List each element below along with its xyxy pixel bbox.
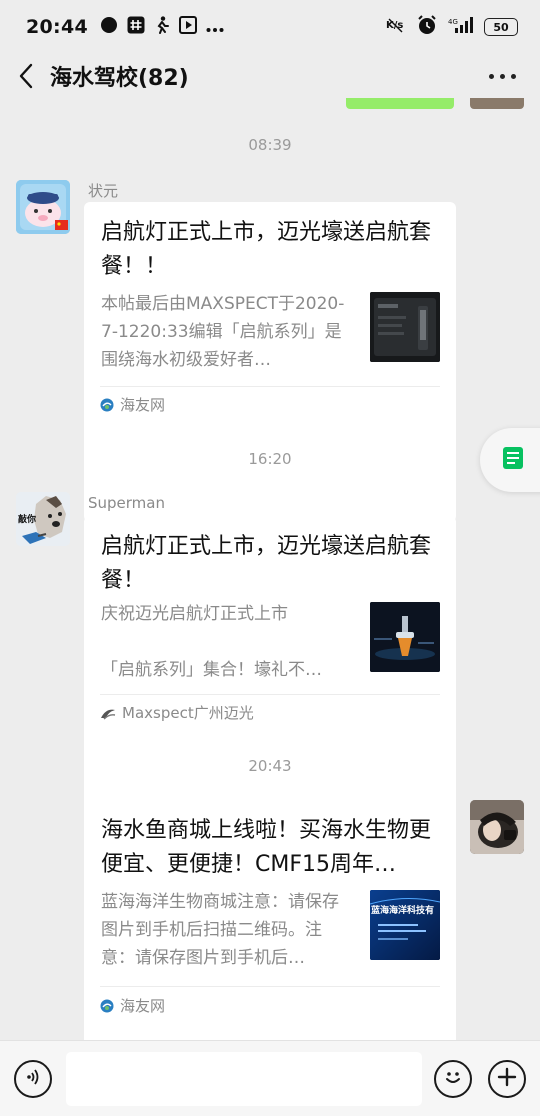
globe-source-icon — [100, 999, 114, 1013]
timestamp: 08:39 — [248, 136, 292, 154]
card-title: 启航灯正式上市，迈光壕送启航套餐！ — [101, 534, 432, 593]
card-divider — [100, 694, 440, 695]
status-time: 20:44 — [26, 16, 88, 38]
voice-icon — [23, 1067, 43, 1091]
floating-note-button[interactable] — [480, 428, 540, 492]
card-title: 海水鱼商城上线啦！买海水生物更便宜、更便捷！CMF15周年… — [101, 818, 432, 877]
svg-text:4G: 4G — [448, 18, 458, 26]
card-thumbnail: 蓝海海洋科技有 — [370, 890, 440, 960]
status-right-icons: K/s 4G 50 — [386, 14, 518, 40]
card-description: 蓝海海洋生物商城注意：请保存图片到手机后扫描二维码。注意：请保存图片到手机后… — [101, 892, 339, 968]
card-description-line: 庆祝迈光启航灯正式上市 — [101, 604, 288, 624]
card-thumbnail — [370, 602, 440, 672]
card-source-name: Maxspect广州迈光 — [122, 704, 254, 722]
running-icon — [154, 16, 170, 38]
chat-area[interactable]: 08:39 状元 启航灯正式上市，迈光壕送启航套餐！！ 本帖最后由MAXSPEC… — [0, 98, 540, 1040]
more-options-button[interactable] — [485, 68, 520, 85]
card-source: 海友网 — [100, 995, 165, 1016]
battery-icon: 50 — [484, 18, 518, 36]
link-card[interactable]: 启航灯正式上市，迈光壕送启航套餐！ 庆祝迈光启航灯正式上市 「启航系列」集合！壕… — [84, 516, 456, 830]
card-divider — [100, 386, 440, 387]
signal-icon: 4G — [448, 16, 474, 38]
input-bar — [0, 1040, 540, 1116]
link-card[interactable]: 海水鱼商城上线啦！买海水生物更便宜、更便捷！CMF15周年… 蓝海海洋生物商城注… — [84, 800, 456, 1040]
notification-dot-icon — [100, 16, 118, 38]
plus-button[interactable] — [488, 1060, 526, 1098]
more-dots-icon — [206, 18, 224, 37]
message-input[interactable] — [66, 1052, 422, 1106]
link-card[interactable]: 启航灯正式上市，迈光壕送启航套餐！！ 本帖最后由MAXSPECT于2020-7-… — [84, 202, 456, 522]
timestamp: 16:20 — [248, 450, 292, 468]
previous-outgoing-bubble — [346, 98, 454, 109]
card-description: 本帖最后由MAXSPECT于2020-7-1220:33编辑「启航系列」是围绕海… — [101, 294, 345, 370]
card-description-line: 「启航系列」集合！壕礼不… — [101, 660, 322, 680]
status-bar: 20:44 K/s 4G 50 — [0, 0, 540, 54]
sender-name: Superman — [88, 494, 165, 512]
avatar[interactable] — [16, 180, 70, 234]
nav-bar: 海水驾校(82) — [0, 54, 540, 98]
card-source: Maxspect广州迈光 — [100, 702, 254, 723]
alarm-icon — [416, 14, 438, 40]
mute-network-icon: K/s — [386, 16, 406, 38]
card-source: 海友网 — [100, 394, 165, 415]
card-thumbnail — [370, 292, 440, 362]
thumb-caption: 蓝海海洋科技有 — [371, 906, 435, 916]
sender-name: 状元 — [88, 182, 119, 200]
media-play-icon — [178, 16, 197, 38]
avatar-caption: 敲你 — [18, 515, 37, 525]
card-source-name: 海友网 — [120, 997, 166, 1015]
avatar[interactable]: 敲你 — [16, 492, 70, 546]
maxspect-logo-icon — [100, 706, 116, 720]
emoji-button[interactable] — [434, 1060, 472, 1098]
note-icon — [502, 446, 524, 474]
card-source-name: 海友网 — [120, 396, 166, 414]
globe-source-icon — [100, 398, 114, 412]
status-left-icons — [100, 16, 224, 38]
chevron-left-icon[interactable] — [14, 59, 38, 93]
self-avatar[interactable] — [470, 800, 524, 854]
previous-self-avatar — [470, 98, 524, 109]
emoji-icon — [441, 1065, 465, 1093]
card-divider — [100, 986, 440, 987]
chat-title: 海水驾校(82) — [50, 66, 189, 91]
timestamp: 20:43 — [248, 757, 292, 775]
card-title: 启航灯正式上市，迈光壕送启航套餐！！ — [101, 220, 432, 279]
plus-icon — [496, 1066, 518, 1092]
hashtag-app-icon — [127, 16, 145, 38]
voice-button[interactable] — [14, 1060, 52, 1098]
